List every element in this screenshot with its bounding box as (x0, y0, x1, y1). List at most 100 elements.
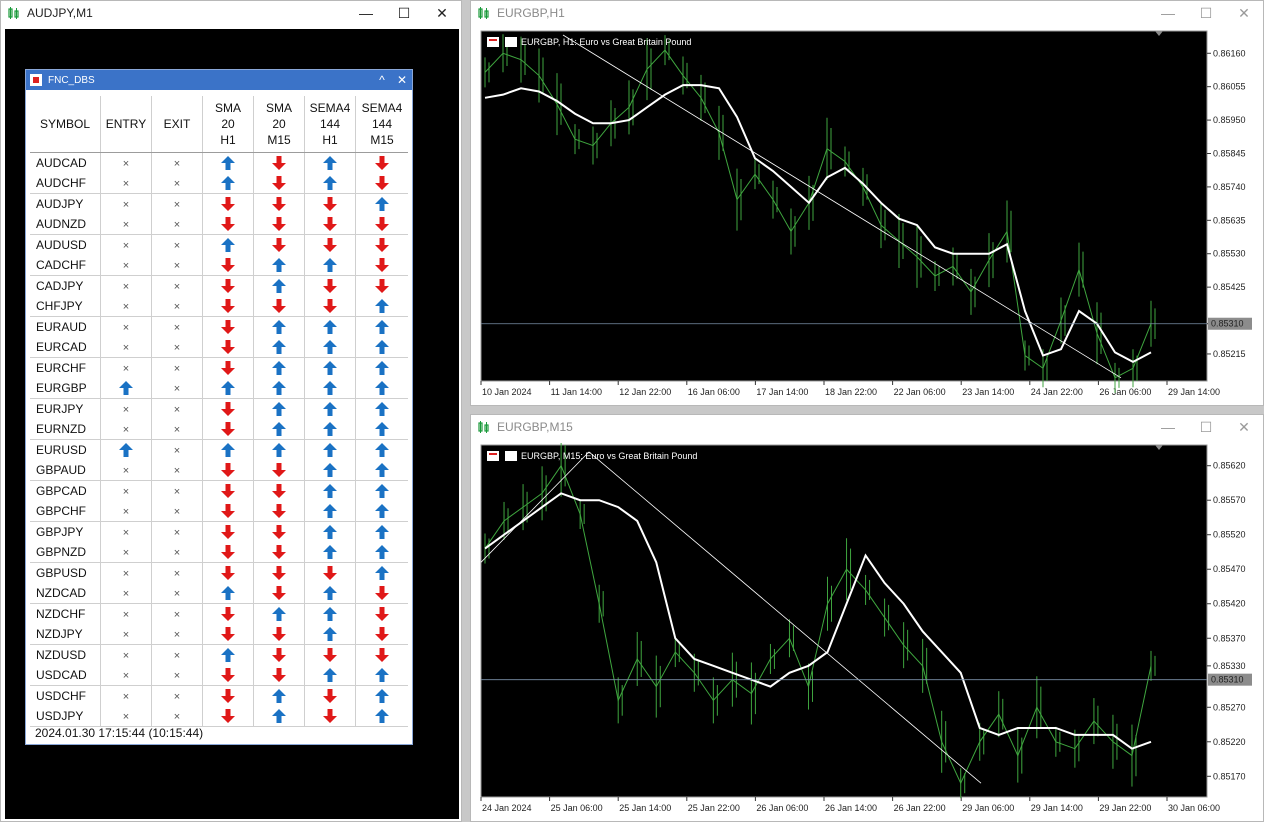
no-signal-mark: × (173, 178, 181, 190)
signal-cell-sma20-h1 (202, 337, 254, 358)
no-signal-mark: × (173, 424, 181, 436)
close-button[interactable]: ✕ (423, 1, 461, 25)
eurgbp-h1-chart[interactable]: 0.86160 0.86055 0.85950 0.85845 0.85740 0.856… (479, 29, 1261, 401)
signal-cell-entry: × (100, 624, 152, 645)
signal-cell-entry: × (100, 603, 152, 624)
symbol-cell: GBPCAD (30, 480, 101, 501)
signal-cell-exit: × (151, 603, 203, 624)
signal-cell-entry: × (100, 357, 152, 378)
x-tick-label: 29 Jan 06:00 (962, 803, 1014, 813)
arrow-up-icon (323, 443, 337, 457)
panel-close-icon[interactable]: ✕ (392, 73, 412, 87)
minimize-button[interactable]: — (347, 1, 385, 25)
close-button[interactable]: ✕ (1225, 415, 1263, 439)
arrow-down-icon (375, 156, 389, 170)
signal-cell-entry: × (100, 685, 152, 706)
collapse-icon[interactable]: ^ (372, 73, 392, 87)
close-button[interactable]: ✕ (1225, 1, 1263, 25)
arrow-up-icon (323, 484, 337, 498)
window-titlebar[interactable]: EURGBP,M15 — ☐ ✕ (471, 415, 1263, 439)
maximize-button[interactable]: ☐ (1187, 1, 1225, 25)
y-tick-label: 0.85620 (1213, 461, 1246, 471)
x-tick-label: 10 Jan 2024 (482, 387, 532, 397)
arrow-down-icon (375, 176, 389, 190)
table-row: NZDCHF × × (30, 603, 408, 624)
signal-cell-entry: × (100, 706, 152, 727)
maximize-button[interactable]: ☐ (1187, 415, 1225, 439)
arrow-down-icon (375, 586, 389, 600)
table-row: GBPCHF × × (30, 501, 408, 522)
signal-cell-sma20-m15 (253, 316, 305, 337)
table-row: AUDCAD × × (30, 152, 408, 173)
signal-cell-sema144-h1 (304, 624, 356, 645)
arrow-down-icon (221, 258, 235, 272)
signal-cell-sema144-h1 (304, 337, 356, 358)
column-header: EXIT (151, 96, 203, 153)
signal-cell-sema144-h1 (304, 234, 356, 255)
signal-cell-sma20-h1 (202, 685, 254, 706)
chart-menu-icon (487, 451, 499, 461)
arrow-down-icon (323, 197, 337, 211)
panel-titlebar[interactable]: FNC_DBS ^ ✕ (26, 70, 412, 90)
minimize-button[interactable]: — (1149, 1, 1187, 25)
arrow-up-icon (375, 484, 389, 498)
signal-cell-sma20-m15 (253, 378, 305, 399)
symbol-cell: CADJPY (30, 275, 101, 296)
arrow-up-icon (375, 402, 389, 416)
signal-cell-sma20-m15 (253, 214, 305, 235)
arrow-down-icon (323, 566, 337, 580)
candlestick-icon (478, 421, 489, 433)
signal-cell-sma20-m15 (253, 398, 305, 419)
arrow-up-icon (375, 340, 389, 354)
signal-cell-sma20-h1 (202, 542, 254, 563)
signal-cell-sma20-h1 (202, 316, 254, 337)
signal-cell-sma20-m15 (253, 357, 305, 378)
arrow-up-icon (375, 299, 389, 313)
signal-cell-sema144-m15 (355, 296, 408, 317)
signal-cell-sma20-h1 (202, 624, 254, 645)
symbol-cell: AUDCHF (30, 173, 101, 194)
arrow-up-icon (119, 443, 133, 457)
signal-cell-exit: × (151, 439, 203, 460)
signal-cell-sma20-m15 (253, 296, 305, 317)
signal-cell-entry: × (100, 542, 152, 563)
arrow-up-icon (221, 381, 235, 395)
fnc-dbs-panel[interactable]: FNC_DBS ^ ✕ SYMBOL ENTRY EXIT SMA 20 H1 SMA 20 M… (25, 69, 413, 745)
no-signal-mark: × (173, 486, 181, 498)
column-header-line: H1 (322, 133, 338, 147)
chart-menu-icon (487, 37, 499, 47)
signal-cell-exit: × (151, 665, 203, 686)
arrow-up-icon (375, 320, 389, 334)
no-signal-mark: × (122, 178, 130, 190)
audjpy-chart-window[interactable]: AUDJPY,M1 — ☐ ✕ FNC_DBS ^ ✕ SYMBOL ENTRY E… (0, 0, 462, 822)
eurgbp-m15-chart-window[interactable]: EURGBP,M15 — ☐ ✕ 0.85620 0.85570 0.85520 0.… (470, 414, 1264, 822)
arrow-up-icon (119, 381, 133, 395)
arrow-up-icon (272, 607, 286, 621)
signal-cell-sema144-m15 (355, 419, 408, 440)
no-signal-mark: × (122, 342, 130, 354)
window-title: AUDJPY,M1 (27, 6, 93, 20)
maximize-button[interactable]: ☐ (385, 1, 423, 25)
chart-menu-icon-stripe (489, 39, 497, 41)
signal-cell-sma20-h1 (202, 419, 254, 440)
eurgbp-h1-chart-window[interactable]: EURGBP,H1 — ☐ ✕ 0.86160 0.86055 0.85950 0.8… (470, 0, 1264, 406)
signal-cell-exit: × (151, 173, 203, 194)
arrow-up-icon (272, 689, 286, 703)
arrow-up-icon (221, 443, 235, 457)
eurgbp-m15-chart[interactable]: 0.85620 0.85570 0.85520 0.85470 0.85420 0.853… (479, 443, 1261, 817)
minimize-button[interactable]: — (1149, 415, 1187, 439)
x-tick-label: 24 Jan 22:00 (1031, 387, 1083, 397)
arrow-down-icon (375, 258, 389, 272)
column-header: SMA 20 M15 (253, 96, 305, 153)
signal-cell-sma20-m15 (253, 173, 305, 194)
arrow-down-icon (221, 504, 235, 518)
window-title: EURGBP,H1 (497, 6, 565, 20)
signal-cell-sema144-h1 (304, 480, 356, 501)
window-titlebar[interactable]: AUDJPY,M1 — ☐ ✕ (1, 1, 461, 25)
signal-cell-sma20-h1 (202, 357, 254, 378)
arrow-down-icon (323, 279, 337, 293)
arrow-down-icon (221, 299, 235, 313)
window-titlebar[interactable]: EURGBP,H1 — ☐ ✕ (471, 1, 1263, 25)
signal-cell-sma20-h1 (202, 173, 254, 194)
no-signal-mark: × (173, 465, 181, 477)
